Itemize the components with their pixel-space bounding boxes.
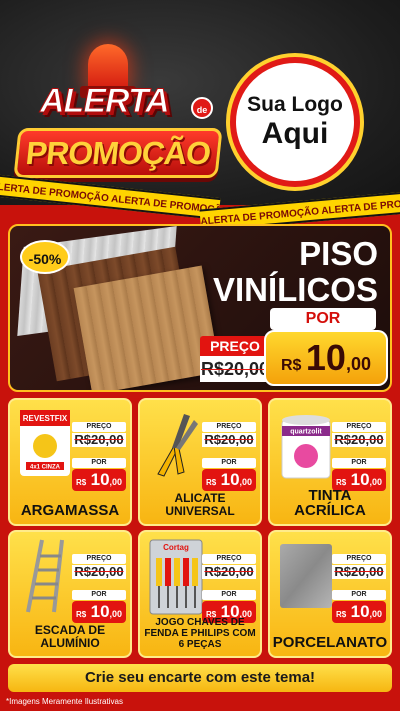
ladder-icon [14, 536, 76, 616]
hero-title: PISO VINÍLICOS [213, 236, 378, 308]
old-price: R$20,00 [202, 565, 256, 579]
price-new-block: POR R$ 10,00 [72, 590, 126, 623]
badge-promo-box: PROMOÇÃO [13, 128, 223, 178]
preco-label: PREÇO [72, 422, 126, 432]
tile-icon [274, 536, 336, 616]
currency: R$ [75, 610, 87, 619]
new-price: R$ 10,00 [332, 601, 386, 623]
preco-label: PREÇO [202, 422, 256, 432]
logo-line1: Sua Logo [247, 93, 343, 116]
price-dec: ,00 [109, 477, 123, 487]
hero-price-int: 10 [305, 337, 346, 378]
price-old-block: PREÇO R$20,00 [202, 422, 256, 447]
product-card[interactable]: Cortag PREÇO R$20,00 POR R$ 10,00 JOGO CHAVES… [138, 530, 262, 658]
logo-line2: Aqui [261, 117, 329, 150]
price-old-block: PREÇO R$20,00 [332, 554, 386, 579]
product-card[interactable]: PREÇO R$20,00 POR R$ 10,00 PORCELANATO [268, 530, 392, 658]
currency: R$ [205, 478, 217, 487]
hero-old-price: R$20,00 [200, 356, 270, 382]
old-price: R$20,00 [332, 565, 386, 579]
old-price: R$20,00 [202, 433, 256, 447]
product-name: JOGO CHAVES DE FENDA E PHILIPS COM 6 PEÇ… [144, 617, 256, 650]
preco-label: PREÇO [332, 554, 386, 564]
product-card[interactable]: PREÇO R$20,00 POR R$ 10,00 ALICATE UNIVERSAL [138, 398, 262, 526]
floor-plank-light-icon [73, 265, 221, 390]
price-int: 10 [90, 470, 110, 489]
product-name: ALICATE UNIVERSAL [165, 491, 235, 518]
product-name: PORCELANATO [272, 634, 388, 651]
svg-text:4x1 CINZA: 4x1 CINZA [30, 465, 61, 471]
badge-alert-text: ALERTA [40, 82, 171, 121]
badge-de-text: de [191, 97, 213, 119]
por-label: POR [332, 458, 386, 468]
price-dec: ,00 [109, 609, 123, 619]
preco-label: PREÇO [332, 422, 386, 432]
price-dec: ,00 [369, 477, 383, 487]
svg-text:quartzolit: quartzolit [290, 429, 322, 436]
price-int: 10 [90, 602, 110, 621]
old-price: R$20,00 [332, 433, 386, 447]
price-old-block: PREÇO R$20,00 [72, 554, 126, 579]
old-price: R$20,00 [72, 433, 126, 447]
hero-title-line2: VINÍLICOS [212, 271, 378, 308]
badge-promo-text: PROMOÇÃO [24, 135, 212, 171]
por-label: POR [72, 590, 126, 600]
discount-badge: -50% [20, 240, 70, 274]
preco-label: PREÇO [202, 554, 256, 564]
hero-currency: R$ [281, 357, 302, 374]
hero-new-price: R$ 10,00 [264, 330, 388, 386]
por-label: POR [332, 590, 386, 600]
pliers-icon [144, 404, 206, 484]
product-name: TINTA ACRÍLICA [294, 487, 366, 519]
price-dec: ,00 [239, 477, 253, 487]
currency: R$ [335, 610, 347, 619]
preco-label: PREÇO [72, 554, 126, 564]
new-price: R$ 10,00 [202, 469, 256, 491]
por-label: POR [202, 590, 256, 600]
hero-price-dec: ,00 [345, 354, 371, 374]
svg-text:REVESTFIX: REVESTFIX [23, 414, 68, 423]
product-name: ESCADA DE ALUMÍNIO [34, 623, 106, 650]
price-dec: ,00 [369, 609, 383, 619]
currency: R$ [335, 478, 347, 487]
price-old-block: PREÇO R$20,00 [332, 422, 386, 447]
product-name: ARGAMASSA [20, 502, 120, 519]
product-card[interactable]: PREÇO R$20,00 POR R$ 10,00 ESCADA DE ALUMÍNI… [8, 530, 132, 658]
price-new-block: POR R$ 10,00 [332, 590, 386, 623]
hero-title-line1: PISO [299, 235, 378, 272]
footer-banner[interactable]: Crie seu encarte com este tema! [8, 664, 392, 692]
new-price: R$ 10,00 [72, 601, 126, 623]
price-int: 10 [350, 602, 370, 621]
hero-preco-label: PREÇO [200, 336, 270, 356]
price-old-block: PREÇO R$20,00 [202, 554, 256, 579]
svg-text:Cortag: Cortag [163, 543, 189, 552]
logo-placeholder[interactable]: Sua Logo Aqui [230, 57, 360, 187]
price-new-block: POR R$ 10,00 [72, 458, 126, 491]
product-card[interactable]: REVESTFIX 4x1 CINZA PREÇO R$20,00 POR R$ 10,0… [8, 398, 132, 526]
price-new-block: POR R$ 10,00 [202, 458, 256, 491]
old-price: R$20,00 [72, 565, 126, 579]
paint-bucket-icon: quartzolit [274, 404, 336, 484]
screwdriver-set-icon: Cortag [144, 536, 206, 616]
new-price: R$ 10,00 [72, 469, 126, 491]
price-old-block: PREÇO R$20,00 [72, 422, 126, 447]
mortar-bag-icon: REVESTFIX 4x1 CINZA [14, 404, 76, 484]
hero-por-label: POR [270, 308, 376, 330]
por-label: POR [72, 458, 126, 468]
price-int: 10 [220, 470, 240, 489]
por-label: POR [202, 458, 256, 468]
price-int: 10 [350, 470, 370, 489]
product-card[interactable]: quartzolit PREÇO R$20,00 POR R$ 10,00 TINTA A… [268, 398, 392, 526]
currency: R$ [75, 478, 87, 487]
disclaimer: *Imagens Meramente Ilustrativas [6, 697, 123, 706]
